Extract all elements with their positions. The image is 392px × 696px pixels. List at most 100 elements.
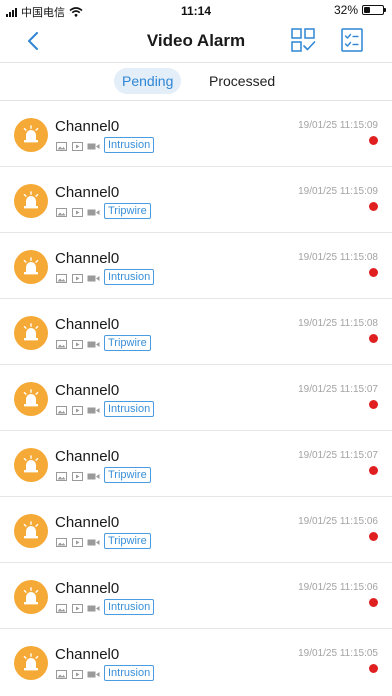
siren-icon: [23, 389, 39, 407]
grid-select-button[interactable]: [290, 27, 316, 53]
camera-icon: [87, 471, 100, 481]
alarm-item[interactable]: Channel0 Intrusion 19/01/25 11:15:07: [0, 365, 392, 431]
unread-indicator: [369, 268, 378, 277]
media-icons: [55, 471, 100, 481]
image-icon: [55, 405, 68, 415]
unread-indicator: [369, 136, 378, 145]
alarm-avatar: [14, 184, 48, 218]
channel-name: Channel0: [55, 316, 120, 333]
alarm-item[interactable]: Channel0 Tripwire 19/01/25 11:15:06: [0, 497, 392, 563]
alarm-avatar: [14, 448, 48, 482]
event-type-tag: Tripwire: [104, 203, 151, 219]
camera-icon: [87, 339, 100, 349]
camera-icon: [87, 141, 100, 151]
battery-icon: [362, 5, 386, 15]
image-icon: [55, 207, 68, 217]
siren-icon: [23, 587, 39, 605]
unread-indicator: [369, 400, 378, 409]
alarm-timestamp: 19/01/25 11:15:07: [298, 384, 378, 395]
alarm-avatar: [14, 646, 48, 680]
checklist-button[interactable]: [339, 27, 365, 53]
unread-indicator: [369, 466, 378, 475]
camera-icon: [87, 405, 100, 415]
unread-indicator: [369, 664, 378, 673]
unread-indicator: [369, 202, 378, 211]
event-type-tag: Tripwire: [104, 335, 151, 351]
camera-icon: [87, 537, 100, 547]
video-icon: [71, 339, 84, 349]
alarm-timestamp: 19/01/25 11:15:05: [298, 648, 378, 659]
image-icon: [55, 669, 68, 679]
siren-icon: [23, 455, 39, 473]
siren-icon: [23, 125, 39, 143]
alarm-timestamp: 19/01/25 11:15:06: [298, 516, 378, 527]
unread-indicator: [369, 334, 378, 343]
battery-level: [364, 7, 370, 13]
alarm-timestamp: 19/01/25 11:15:09: [298, 186, 378, 197]
channel-name: Channel0: [55, 646, 120, 663]
siren-icon: [23, 323, 39, 341]
alarm-item[interactable]: Channel0 Tripwire 19/01/25 11:15:08: [0, 299, 392, 365]
siren-icon: [23, 653, 39, 671]
event-type-tag: Intrusion: [104, 137, 155, 153]
media-icons: [55, 669, 100, 679]
channel-name: Channel0: [55, 250, 120, 267]
alarm-avatar: [14, 118, 48, 152]
channel-name: Channel0: [55, 514, 120, 531]
alarm-timestamp: 19/01/25 11:15:07: [298, 450, 378, 461]
camera-icon: [87, 669, 100, 679]
alarm-item[interactable]: Channel0 Tripwire 19/01/25 11:15:07: [0, 431, 392, 497]
battery-percent: 32%: [333, 3, 358, 17]
tab-pending[interactable]: Pending: [114, 68, 182, 94]
alarm-list: Channel0 Intrusion 19/01/25 11:15:09 Cha…: [0, 101, 392, 695]
alarm-item[interactable]: Channel0 Intrusion 19/01/25 11:15:08: [0, 233, 392, 299]
camera-icon: [87, 273, 100, 283]
image-icon: [55, 141, 68, 151]
alarm-avatar: [14, 316, 48, 350]
image-icon: [55, 273, 68, 283]
media-icons: [55, 339, 100, 349]
alarm-timestamp: 19/01/25 11:15:09: [298, 120, 378, 131]
channel-name: Channel0: [55, 382, 120, 399]
tab-processed[interactable]: Processed: [201, 68, 283, 94]
media-icons: [55, 537, 100, 547]
page-title: Video Alarm: [146, 31, 246, 50]
siren-icon: [23, 521, 39, 539]
nav-divider: [0, 62, 392, 63]
alarm-avatar: [14, 514, 48, 548]
alarm-item[interactable]: Channel0 Tripwire 19/01/25 11:15:09: [0, 167, 392, 233]
video-icon: [71, 141, 84, 151]
video-icon: [71, 207, 84, 217]
media-icons: [55, 273, 100, 283]
tab-bar: Pending Processed: [0, 68, 392, 96]
media-icons: [55, 603, 100, 613]
alarm-timestamp: 19/01/25 11:15:08: [298, 318, 378, 329]
media-icons: [55, 141, 100, 151]
video-icon: [71, 471, 84, 481]
video-icon: [71, 405, 84, 415]
video-icon: [71, 537, 84, 547]
channel-name: Channel0: [55, 580, 120, 597]
video-icon: [71, 669, 84, 679]
unread-indicator: [369, 598, 378, 607]
camera-icon: [87, 207, 100, 217]
status-right: 32%: [333, 3, 386, 17]
alarm-avatar: [14, 250, 48, 284]
camera-icon: [87, 603, 100, 613]
unread-indicator: [369, 532, 378, 541]
event-type-tag: Tripwire: [104, 533, 151, 549]
alarm-timestamp: 19/01/25 11:15:08: [298, 252, 378, 263]
media-icons: [55, 405, 100, 415]
alarm-item[interactable]: Channel0 Intrusion 19/01/25 11:15:05: [0, 629, 392, 695]
alarm-item[interactable]: Channel0 Intrusion 19/01/25 11:15:09: [0, 101, 392, 167]
channel-name: Channel0: [55, 184, 120, 201]
nav-bar: Video Alarm: [0, 22, 392, 60]
event-type-tag: Intrusion: [104, 269, 155, 285]
channel-name: Channel0: [55, 448, 120, 465]
checklist-icon: [341, 28, 363, 52]
alarm-item[interactable]: Channel0 Intrusion 19/01/25 11:15:06: [0, 563, 392, 629]
image-icon: [55, 603, 68, 613]
media-icons: [55, 207, 100, 217]
channel-name: Channel0: [55, 118, 120, 135]
event-type-tag: Tripwire: [104, 467, 151, 483]
